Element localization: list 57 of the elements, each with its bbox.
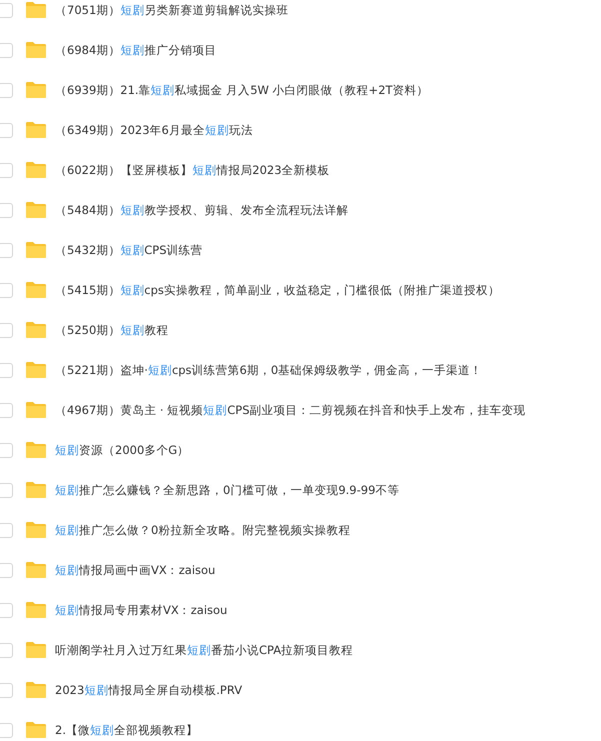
folder-icon (25, 521, 47, 539)
folder-name[interactable]: 短剧情报局画中画VX：zaisou (55, 562, 216, 578)
folder-name[interactable]: 2.【微短剧全部视频教程】 (55, 722, 198, 738)
folder-icon (25, 41, 47, 59)
folder-icon (25, 1, 47, 19)
checkbox[interactable] (0, 442, 13, 458)
folder-name[interactable]: （5484期）短剧教学授权、剪辑、发布全流程玩法详解 (55, 202, 348, 218)
folder-icon (25, 281, 47, 299)
folder-icon (25, 441, 47, 459)
checkbox[interactable] (0, 122, 13, 138)
checkbox[interactable] (0, 362, 13, 378)
folder-name[interactable]: 2023短剧情报局全屏自动模板.PRV (55, 682, 242, 698)
folder-icon (25, 121, 47, 139)
folder-icon (25, 641, 47, 659)
folder-name[interactable]: （5221期）盗坤·短剧cps训练营第6期，0基础保姆级教学，佣金高，一手渠道！ (55, 362, 482, 378)
folder-name[interactable]: （6984期）短剧推广分销项目 (55, 42, 216, 58)
folder-name[interactable]: （5250期）短剧教程 (55, 322, 168, 338)
checkbox[interactable] (0, 242, 13, 258)
checkbox[interactable] (0, 2, 13, 18)
folder-icon (25, 481, 47, 499)
checkbox[interactable] (0, 602, 13, 618)
folder-name[interactable]: 短剧情报局专用素材VX：zaisou (55, 602, 228, 618)
folder-icon (25, 241, 47, 259)
folder-name[interactable]: （5415期）短剧cps实操教程，简单副业，收益稳定，门槛很低（附推广渠道授权） (55, 282, 500, 298)
folder-name[interactable]: （6022期）【竖屏模板】短剧情报局2023全新模板 (55, 162, 330, 178)
checkbox[interactable] (0, 322, 13, 338)
checkbox[interactable] (0, 282, 13, 298)
folder-name[interactable]: （5432期）短剧CPS训练营 (55, 242, 203, 258)
folder-name[interactable]: （7051期）短剧另类新赛道剪辑解说实操班 (55, 2, 288, 18)
folder-icon (25, 681, 47, 699)
folder-name[interactable]: 短剧资源（2000多个G） (55, 442, 190, 458)
checkbox[interactable] (0, 82, 13, 98)
folder-name[interactable]: （6939期）21.靠短剧私域掘金 月入5W 小白闭眼做（教程+2T资料） (55, 82, 429, 98)
folder-name[interactable]: （4967期）黄岛主 · 短视频短剧CPS副业项目：二剪视频在抖音和快手上发布，挂车变现 (55, 402, 526, 418)
checkbox[interactable] (0, 162, 13, 178)
folder-icon (25, 201, 47, 219)
folder-icon (25, 561, 47, 579)
folder-name[interactable]: 听潮阁学社月入过万红果短剧番茄小说CPA拉新项目教程 (55, 642, 354, 658)
folder-icon (25, 401, 47, 419)
folder-name[interactable]: 短剧推广怎么做？0粉拉新全攻略。附完整视频实操教程 (55, 522, 350, 538)
checkbox[interactable] (0, 482, 13, 498)
folder-icon (25, 321, 47, 339)
folder-icon (25, 361, 47, 379)
checkbox[interactable] (0, 522, 13, 538)
checkbox[interactable] (0, 642, 13, 658)
checkbox[interactable] (0, 202, 13, 218)
folder-icon (25, 721, 47, 739)
checkbox[interactable] (0, 562, 13, 578)
folder-icon (25, 81, 47, 99)
folder-name[interactable]: （6349期）2023年6月最全短剧玩法 (55, 122, 253, 138)
checkbox[interactable] (0, 402, 13, 418)
folder-icon (25, 161, 47, 179)
checkbox[interactable] (0, 682, 13, 698)
folder-icon (25, 601, 47, 619)
folder-name[interactable]: 短剧推广怎么赚钱？全新思路，0门槛可做，一单变现9.9-99不等 (55, 482, 400, 498)
checkbox[interactable] (0, 42, 13, 58)
checkbox[interactable] (0, 722, 13, 738)
